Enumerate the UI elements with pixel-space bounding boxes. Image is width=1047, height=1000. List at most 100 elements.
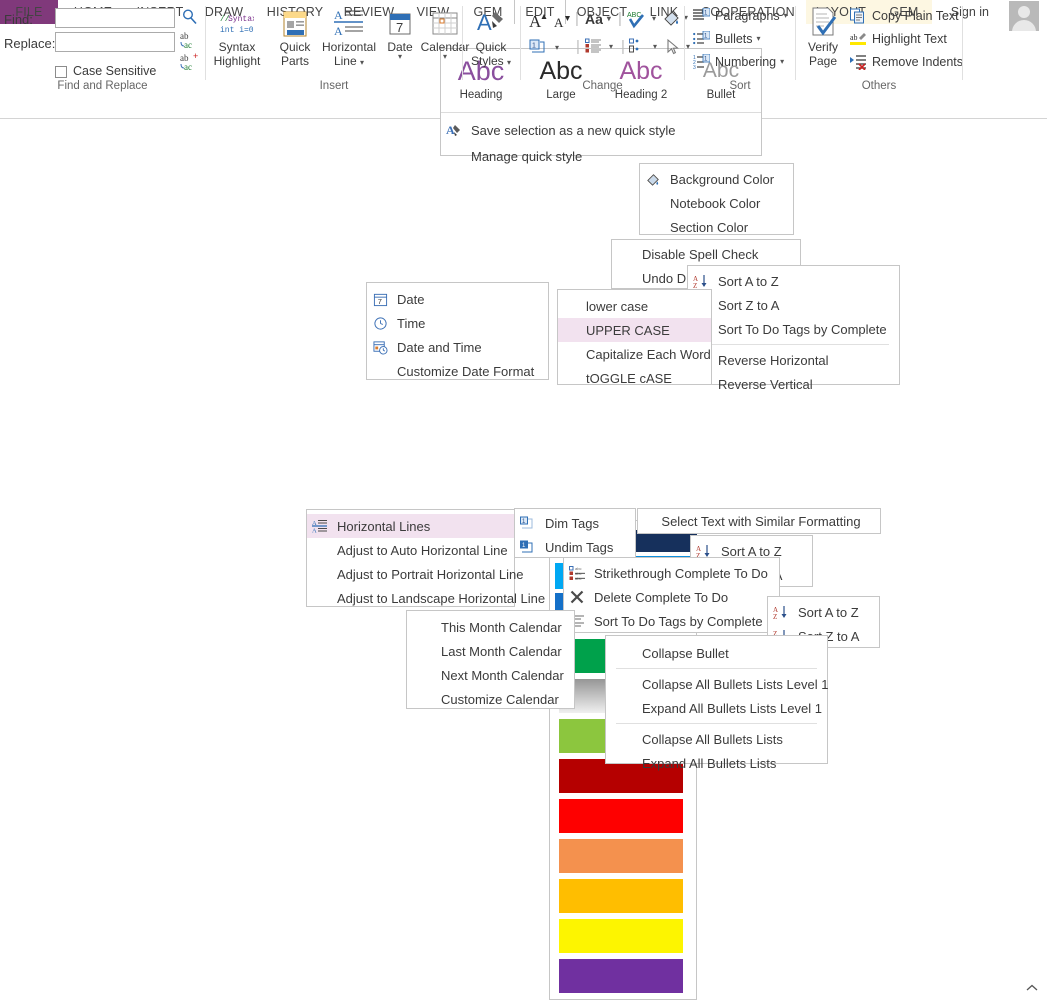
replace-icon[interactable]: ab ac — [180, 30, 200, 53]
menu-bullets[interactable]: Collapse Bullet Collapse All Bullets Lis… — [605, 635, 828, 771]
menu-item-customize-date-format[interactable]: Customize Date Format — [367, 359, 548, 383]
remove-indents-button[interactable]: Remove Indents — [850, 54, 963, 70]
menu-item-expand-all-bullets-lists[interactable]: Expand All Bullets Lists — [606, 751, 827, 775]
menu-item-horizontal-lines[interactable]: AA Horizontal Lines — [307, 514, 514, 538]
menu-item-reverse-horizontal[interactable]: Reverse Horizontal — [688, 348, 899, 372]
menu-item-expand-all-bullets-lists-level-1[interactable]: Expand All Bullets Lists Level 1 — [606, 696, 827, 720]
menu-item-delete-complete-todo[interactable]: Delete Complete To Do — [564, 585, 779, 609]
menu-item-background-color[interactable]: Background Color — [640, 167, 793, 191]
quick-parts-button[interactable]: Quick Parts — [268, 4, 322, 68]
sort-bullets-button[interactable]: 1 Bullets ▾ — [693, 31, 761, 47]
menu-item-next-month-calendar[interactable]: Next Month Calendar — [407, 663, 574, 687]
menu-item-toggle-case[interactable]: tOGGLE cASE — [558, 366, 711, 390]
menu-item-upper-case[interactable]: UPPER CASE — [558, 318, 711, 342]
color-swatch-amber[interactable] — [559, 879, 683, 913]
menu-select-similar[interactable]: Select Text with Similar Formatting — [637, 508, 881, 534]
menu-date[interactable]: 7 Date Time Date and Time Customize Date… — [366, 282, 549, 380]
menu-item-time[interactable]: Time — [367, 311, 548, 335]
menu-change-case[interactable]: lower case UPPER CASE Capitalize Each Wo… — [557, 289, 712, 386]
menu-calendar[interactable]: This Month Calendar Last Month Calendar … — [406, 610, 575, 709]
button-label: Verify Page — [807, 40, 838, 68]
chevron-down-icon[interactable]: ▾ — [653, 43, 657, 51]
menu-item-sort-a-to-z[interactable]: AZ Sort A to Z — [688, 269, 899, 293]
replace-input[interactable] — [55, 32, 175, 52]
calendar-button[interactable]: Calendar ▾ — [417, 4, 473, 61]
menu-item-adjust-auto-horizontal-line[interactable]: Adjust to Auto Horizontal Line — [307, 538, 514, 562]
icon-divider: | — [576, 38, 580, 55]
group-divider — [462, 6, 463, 80]
menu-item-customize-calendar[interactable]: Customize Calendar — [407, 687, 574, 711]
color-swatch-purple[interactable] — [559, 959, 683, 993]
grow-font-button[interactable]: A — [529, 10, 549, 30]
replace-all-icon[interactable]: ab + ac — [180, 51, 202, 75]
sort-paragraphs-button[interactable]: 1 Paragraphs ▾ — [693, 8, 788, 24]
menu-item-strikethrough-complete-todo[interactable]: abcabcabc Strikethrough Complete To Do — [564, 561, 779, 585]
svg-text:A: A — [529, 12, 542, 30]
menu-item-collapse-all-bullets-lists[interactable]: Collapse All Bullets Lists — [606, 727, 827, 751]
change-case-button[interactable]: Aa ▾ — [585, 11, 611, 27]
menu-item-disable-spell-check[interactable]: Disable Spell Check — [612, 242, 800, 266]
menu-background-color[interactable]: Background Color Notebook Color Section … — [639, 163, 794, 235]
chevron-down-icon[interactable]: ▾ — [609, 43, 613, 51]
menu-sort-top[interactable]: AZ Sort A to Z ZA Sort Z to A Sort To Do… — [687, 265, 900, 392]
menu-item-select-similar-formatting[interactable]: Select Text with Similar Formatting — [638, 509, 880, 533]
highlight-text-button[interactable]: ab Highlight Text — [850, 31, 947, 47]
menu-item-date[interactable]: 7 Date — [367, 287, 548, 311]
horizontal-line-button[interactable]: AA Horizontal Line ▾ — [318, 4, 380, 68]
menu-item-undim-tags[interactable]: 1 Undim Tags — [515, 535, 635, 559]
menu-item-this-month-calendar[interactable]: This Month Calendar — [407, 615, 574, 639]
quick-styles-button[interactable]: A Quick Styles ▾ — [466, 4, 516, 68]
menu-item-dim-tags[interactable]: 1 Dim Tags — [515, 511, 635, 535]
color-swatch-orange[interactable] — [559, 839, 683, 873]
menu-item-sort-a-to-z[interactable]: AZ Sort A to Z — [768, 600, 879, 624]
case-sensitive-checkbox[interactable] — [55, 66, 67, 78]
spell-check-button[interactable]: ABC ▾ — [627, 9, 656, 29]
chevron-down-icon[interactable]: ▾ — [607, 15, 611, 23]
list-tags-button[interactable]: ▾ — [585, 38, 613, 56]
menu-item-reverse-vertical[interactable]: Reverse Vertical — [688, 372, 899, 396]
avatar[interactable] — [1009, 1, 1039, 31]
shrink-font-button[interactable]: A — [554, 12, 572, 30]
menu-item-date-and-time[interactable]: Date and Time — [367, 335, 548, 359]
tag-number-button[interactable]: 1 ▾ — [529, 38, 559, 58]
menu-item-adjust-landscape-horizontal-line[interactable]: Adjust to Landscape Horizontal Line — [307, 586, 545, 610]
chevron-up-icon[interactable] — [1025, 983, 1039, 996]
menu-item-sort-todo-by-complete[interactable]: Sort To Do Tags by Complete — [564, 609, 779, 633]
svg-text:Syntax: Syntax — [228, 15, 254, 24]
date-button[interactable]: 7 Date ▾ — [379, 4, 421, 61]
bullet-tags-button[interactable]: ▾ — [629, 38, 657, 56]
menu-todo[interactable]: abcabcabc Strikethrough Complete To Do D… — [563, 557, 780, 633]
menu-item-notebook-color[interactable]: Notebook Color — [640, 191, 793, 215]
search-icon[interactable] — [181, 8, 199, 29]
chevron-down-icon[interactable]: ▾ — [360, 58, 364, 67]
menu-item-last-month-calendar[interactable]: Last Month Calendar — [407, 639, 574, 663]
menu-item-adjust-portrait-horizontal-line[interactable]: Adjust to Portrait Horizontal Line — [307, 562, 523, 586]
menu-item-capitalize-each-word[interactable]: Capitalize Each Word — [558, 342, 711, 366]
chevron-down-icon[interactable]: ▾ — [398, 53, 402, 61]
chevron-down-icon[interactable]: ▾ — [757, 35, 761, 43]
menu-item-label: Customize Calendar — [441, 691, 559, 707]
verify-page-button[interactable]: Verify Page — [800, 4, 846, 68]
chevron-down-icon[interactable]: ▾ — [507, 58, 511, 67]
menu-item-collapse-bullet[interactable]: Collapse Bullet — [606, 641, 827, 665]
svg-text:ac: ac — [184, 62, 192, 72]
menu-item-save-quick-style[interactable]: A Save selection as a new quick style — [441, 117, 761, 143]
sort-numbering-button[interactable]: 1231 Numbering ▾ — [693, 54, 784, 70]
chevron-down-icon[interactable]: ▾ — [443, 53, 447, 61]
chevron-down-icon[interactable]: ▾ — [652, 15, 656, 23]
find-input[interactable] — [55, 8, 175, 28]
chevron-down-icon[interactable]: ▾ — [784, 12, 788, 20]
color-swatch-yellow[interactable] — [559, 919, 683, 953]
copy-plain-text-button[interactable]: Copy Plain Text — [850, 8, 959, 24]
color-swatch-red[interactable] — [559, 799, 683, 833]
menu-tags[interactable]: 1 Dim Tags 1 Undim Tags — [514, 508, 636, 558]
menu-item-sort-z-to-a[interactable]: ZA Sort Z to A — [688, 293, 899, 317]
menu-item-sort-todo-by-complete[interactable]: Sort To Do Tags by Complete — [688, 317, 899, 341]
menu-item-lower-case[interactable]: lower case — [558, 294, 711, 318]
menu-item-section-color[interactable]: Section Color — [640, 215, 793, 239]
menu-horizontal-line[interactable]: AA Horizontal Lines Adjust to Auto Horiz… — [306, 509, 545, 610]
chevron-down-icon[interactable]: ▾ — [555, 44, 559, 52]
chevron-down-icon[interactable]: ▾ — [780, 58, 784, 66]
syntax-highlight-button[interactable]: //Syntaxint i=0; SyntaxHighlight — [210, 4, 264, 68]
menu-item-collapse-all-bullets-lists-level-1[interactable]: Collapse All Bullets Lists Level 1 — [606, 672, 828, 696]
